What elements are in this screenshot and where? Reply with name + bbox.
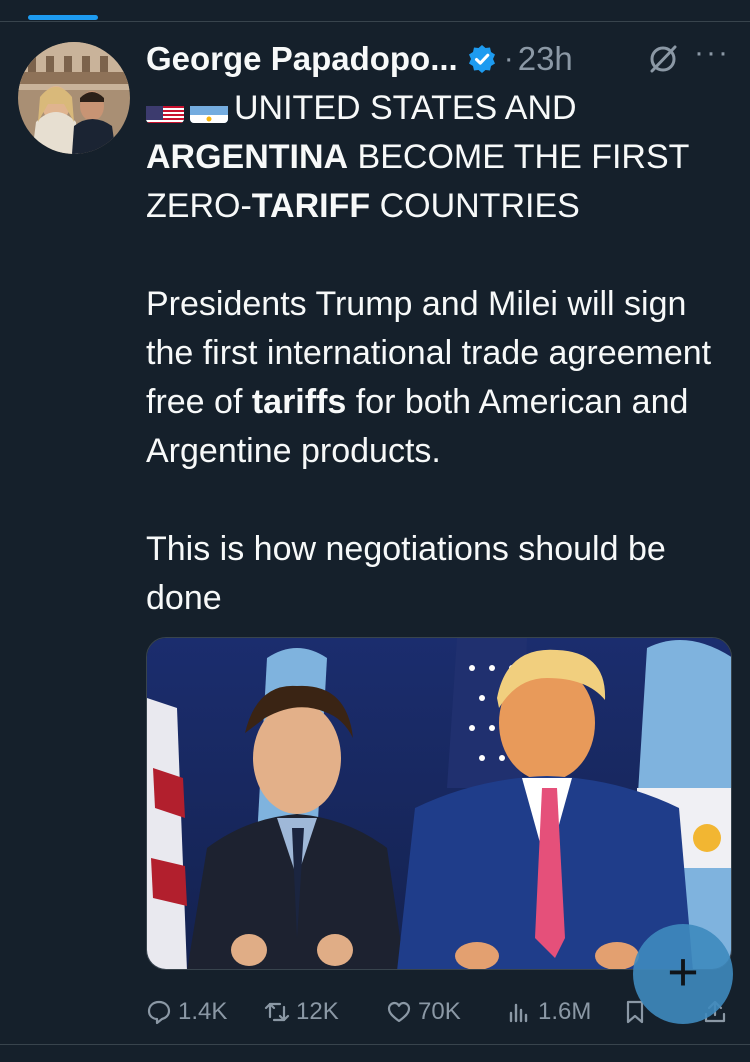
header-separator: ·: [503, 42, 514, 75]
compose-button[interactable]: +: [633, 924, 733, 1024]
post-paragraph-3: This is how negotiations should be done: [146, 530, 666, 617]
active-tab-underline: [28, 15, 98, 20]
avatar[interactable]: [18, 42, 130, 154]
like-count: 70K: [418, 998, 461, 1025]
avatar-photo: [18, 42, 130, 154]
post-line-1: UNITED STATES AND: [234, 89, 577, 127]
repost-icon: [264, 1002, 290, 1022]
analytics-icon: [509, 1003, 528, 1023]
repost-button[interactable]: 12K: [264, 998, 339, 1026]
post-text: UNITED STATES AND ARGENTINA BECOME THE F…: [146, 84, 741, 623]
bottom-divider: [0, 1044, 750, 1045]
post-image[interactable]: [146, 637, 732, 970]
reply-count: 1.4K: [178, 998, 228, 1025]
author-name[interactable]: George Papadopo...: [146, 40, 458, 78]
reply-icon: [147, 1000, 171, 1025]
post-timestamp[interactable]: 23h: [518, 40, 573, 78]
plus-icon: +: [667, 942, 699, 1002]
post-header: George Papadopo... · 23h ···: [146, 36, 736, 82]
heart-icon: [387, 1001, 411, 1023]
photo-milei-trump: [147, 638, 731, 969]
post-line-2: BECOME THE FIRST: [348, 138, 690, 176]
post-line-3-end: COUNTRIES: [370, 187, 580, 225]
repost-count: 12K: [296, 998, 339, 1025]
post-line-3-start: ZERO-: [146, 187, 252, 225]
views-button[interactable]: 1.6M: [506, 998, 591, 1026]
verified-badge-icon: [466, 43, 498, 75]
view-count: 1.6M: [538, 998, 592, 1025]
post-bold-argentina: ARGENTINA: [146, 138, 349, 176]
like-button[interactable]: 70K: [386, 998, 461, 1026]
more-options-icon[interactable]: ···: [694, 36, 730, 70]
argentina-flag-icon: [190, 97, 228, 123]
top-tab-indicator: [0, 0, 750, 22]
post-bold-tariff: TARIFF: [251, 187, 371, 225]
post-bold-tariffs: tariffs: [251, 383, 347, 421]
grok-icon[interactable]: [646, 42, 680, 76]
reply-button[interactable]: 1.4K: [146, 998, 227, 1026]
us-flag-icon: [146, 97, 184, 123]
